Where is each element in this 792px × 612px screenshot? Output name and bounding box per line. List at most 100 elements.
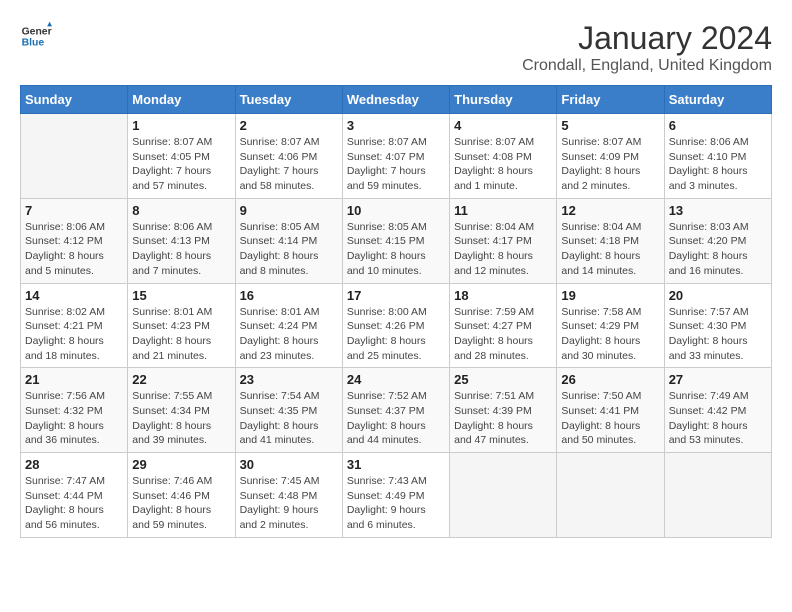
day-number: 19 [561, 288, 659, 303]
calendar-cell: 18 Sunrise: 7:59 AM Sunset: 4:27 PM Dayli… [450, 283, 557, 368]
day-number: 31 [347, 457, 445, 472]
day-info: Sunrise: 8:05 AM Sunset: 4:14 PM Dayligh… [240, 220, 338, 279]
calendar-cell: 4 Sunrise: 8:07 AM Sunset: 4:08 PM Daylig… [450, 114, 557, 199]
day-info: Sunrise: 7:55 AM Sunset: 4:34 PM Dayligh… [132, 389, 230, 448]
day-number: 5 [561, 118, 659, 133]
calendar-cell [21, 114, 128, 199]
day-info: Sunrise: 8:06 AM Sunset: 4:10 PM Dayligh… [669, 135, 767, 194]
logo-icon: General Blue [20, 20, 52, 52]
calendar-cell: 14 Sunrise: 8:02 AM Sunset: 4:21 PM Dayli… [21, 283, 128, 368]
calendar-cell: 22Sunrise: 7:55 AM Sunset: 4:34 PM Dayli… [128, 368, 235, 453]
page-subtitle: Crondall, England, United Kingdom [522, 57, 772, 75]
calendar-cell: 31 Sunrise: 7:43 AM Sunset: 4:49 PM Dayli… [342, 453, 449, 538]
calendar-cell: 19 Sunrise: 7:58 AM Sunset: 4:29 PM Dayli… [557, 283, 664, 368]
page-title: January 2024 [522, 20, 772, 57]
day-info: Sunrise: 8:07 AM Sunset: 4:09 PM Dayligh… [561, 135, 659, 194]
day-info: Sunrise: 7:49 AM Sunset: 4:42 PM Dayligh… [669, 389, 767, 448]
header-row: SundayMondayTuesdayWednesdayThursdayFrid… [21, 86, 772, 114]
day-number: 1 [132, 118, 230, 133]
day-number: 8 [132, 203, 230, 218]
day-info: Sunrise: 8:06 AM Sunset: 4:13 PM Dayligh… [132, 220, 230, 279]
day-number: 23 [240, 372, 338, 387]
week-row-2: 14 Sunrise: 8:02 AM Sunset: 4:21 PM Dayli… [21, 283, 772, 368]
day-info: Sunrise: 8:00 AM Sunset: 4:26 PM Dayligh… [347, 305, 445, 364]
calendar-cell: 17 Sunrise: 8:00 AM Sunset: 4:26 PM Dayli… [342, 283, 449, 368]
svg-text:Blue: Blue [22, 38, 45, 49]
week-row-0: 1 Sunrise: 8:07 AM Sunset: 4:05 PM Daylig… [21, 114, 772, 199]
calendar-cell: 2Sunrise: 8:07 AM Sunset: 4:06 PM Daylig… [235, 114, 342, 199]
calendar-cell: 28 Sunrise: 7:47 AM Sunset: 4:44 PM Dayli… [21, 453, 128, 538]
day-number: 28 [25, 457, 123, 472]
day-info: Sunrise: 8:02 AM Sunset: 4:21 PM Dayligh… [25, 305, 123, 364]
day-number: 11 [454, 203, 552, 218]
header-day-thursday: Thursday [450, 86, 557, 114]
day-number: 3 [347, 118, 445, 133]
day-info: Sunrise: 8:04 AM Sunset: 4:17 PM Dayligh… [454, 220, 552, 279]
calendar-header: SundayMondayTuesdayWednesdayThursdayFrid… [21, 86, 772, 114]
calendar-cell: 29Sunrise: 7:46 AM Sunset: 4:46 PM Dayli… [128, 453, 235, 538]
calendar-cell: 23 Sunrise: 7:54 AM Sunset: 4:35 PM Dayli… [235, 368, 342, 453]
day-info: Sunrise: 7:43 AM Sunset: 4:49 PM Dayligh… [347, 474, 445, 533]
calendar-cell: 24 Sunrise: 7:52 AM Sunset: 4:37 PM Dayli… [342, 368, 449, 453]
week-row-1: 7 Sunrise: 8:06 AM Sunset: 4:12 PM Daylig… [21, 198, 772, 283]
week-row-4: 28 Sunrise: 7:47 AM Sunset: 4:44 PM Dayli… [21, 453, 772, 538]
header-day-sunday: Sunday [21, 86, 128, 114]
day-info: Sunrise: 8:07 AM Sunset: 4:05 PM Dayligh… [132, 135, 230, 194]
calendar-cell: 5 Sunrise: 8:07 AM Sunset: 4:09 PM Daylig… [557, 114, 664, 199]
day-number: 2 [240, 118, 338, 133]
svg-text:General: General [22, 26, 52, 37]
calendar-cell: 26 Sunrise: 7:50 AM Sunset: 4:41 PM Dayli… [557, 368, 664, 453]
day-number: 29 [132, 457, 230, 472]
day-info: Sunrise: 7:45 AM Sunset: 4:48 PM Dayligh… [240, 474, 338, 533]
header-day-saturday: Saturday [664, 86, 771, 114]
day-number: 26 [561, 372, 659, 387]
header-day-tuesday: Tuesday [235, 86, 342, 114]
day-info: Sunrise: 8:07 AM Sunset: 4:07 PM Dayligh… [347, 135, 445, 194]
calendar-cell [557, 453, 664, 538]
day-info: Sunrise: 8:01 AM Sunset: 4:24 PM Dayligh… [240, 305, 338, 364]
day-info: Sunrise: 7:50 AM Sunset: 4:41 PM Dayligh… [561, 389, 659, 448]
day-info: Sunrise: 7:58 AM Sunset: 4:29 PM Dayligh… [561, 305, 659, 364]
calendar-cell: 8 Sunrise: 8:06 AM Sunset: 4:13 PM Daylig… [128, 198, 235, 283]
header-day-friday: Friday [557, 86, 664, 114]
calendar-cell: 15 Sunrise: 8:01 AM Sunset: 4:23 PM Dayli… [128, 283, 235, 368]
calendar-cell: 21 Sunrise: 7:56 AM Sunset: 4:32 PM Dayli… [21, 368, 128, 453]
day-number: 9 [240, 203, 338, 218]
day-number: 21 [25, 372, 123, 387]
calendar-cell: 20Sunrise: 7:57 AM Sunset: 4:30 PM Dayli… [664, 283, 771, 368]
day-info: Sunrise: 8:01 AM Sunset: 4:23 PM Dayligh… [132, 305, 230, 364]
day-number: 20 [669, 288, 767, 303]
calendar-cell: 12Sunrise: 8:04 AM Sunset: 4:18 PM Dayli… [557, 198, 664, 283]
day-info: Sunrise: 8:06 AM Sunset: 4:12 PM Dayligh… [25, 220, 123, 279]
day-info: Sunrise: 7:47 AM Sunset: 4:44 PM Dayligh… [25, 474, 123, 533]
day-number: 4 [454, 118, 552, 133]
page-header: General Blue January 2024 Crondall, Engl… [20, 20, 772, 75]
day-number: 27 [669, 372, 767, 387]
day-number: 16 [240, 288, 338, 303]
day-number: 18 [454, 288, 552, 303]
day-info: Sunrise: 7:52 AM Sunset: 4:37 PM Dayligh… [347, 389, 445, 448]
title-block: January 2024 Crondall, England, United K… [522, 20, 772, 75]
day-number: 15 [132, 288, 230, 303]
day-info: Sunrise: 7:56 AM Sunset: 4:32 PM Dayligh… [25, 389, 123, 448]
calendar-body: 1 Sunrise: 8:07 AM Sunset: 4:05 PM Daylig… [21, 114, 772, 538]
calendar-cell [450, 453, 557, 538]
calendar-cell: 11 Sunrise: 8:04 AM Sunset: 4:17 PM Dayli… [450, 198, 557, 283]
day-number: 17 [347, 288, 445, 303]
day-number: 10 [347, 203, 445, 218]
calendar-cell: 30 Sunrise: 7:45 AM Sunset: 4:48 PM Dayli… [235, 453, 342, 538]
calendar-cell: 27 Sunrise: 7:49 AM Sunset: 4:42 PM Dayli… [664, 368, 771, 453]
day-number: 14 [25, 288, 123, 303]
day-info: Sunrise: 8:07 AM Sunset: 4:08 PM Dayligh… [454, 135, 552, 194]
logo: General Blue [20, 20, 52, 52]
day-info: Sunrise: 7:54 AM Sunset: 4:35 PM Dayligh… [240, 389, 338, 448]
day-number: 13 [669, 203, 767, 218]
day-number: 7 [25, 203, 123, 218]
day-number: 24 [347, 372, 445, 387]
day-info: Sunrise: 8:03 AM Sunset: 4:20 PM Dayligh… [669, 220, 767, 279]
calendar-cell: 16 Sunrise: 8:01 AM Sunset: 4:24 PM Dayli… [235, 283, 342, 368]
day-info: Sunrise: 7:59 AM Sunset: 4:27 PM Dayligh… [454, 305, 552, 364]
day-number: 6 [669, 118, 767, 133]
calendar-cell: 7 Sunrise: 8:06 AM Sunset: 4:12 PM Daylig… [21, 198, 128, 283]
day-number: 30 [240, 457, 338, 472]
